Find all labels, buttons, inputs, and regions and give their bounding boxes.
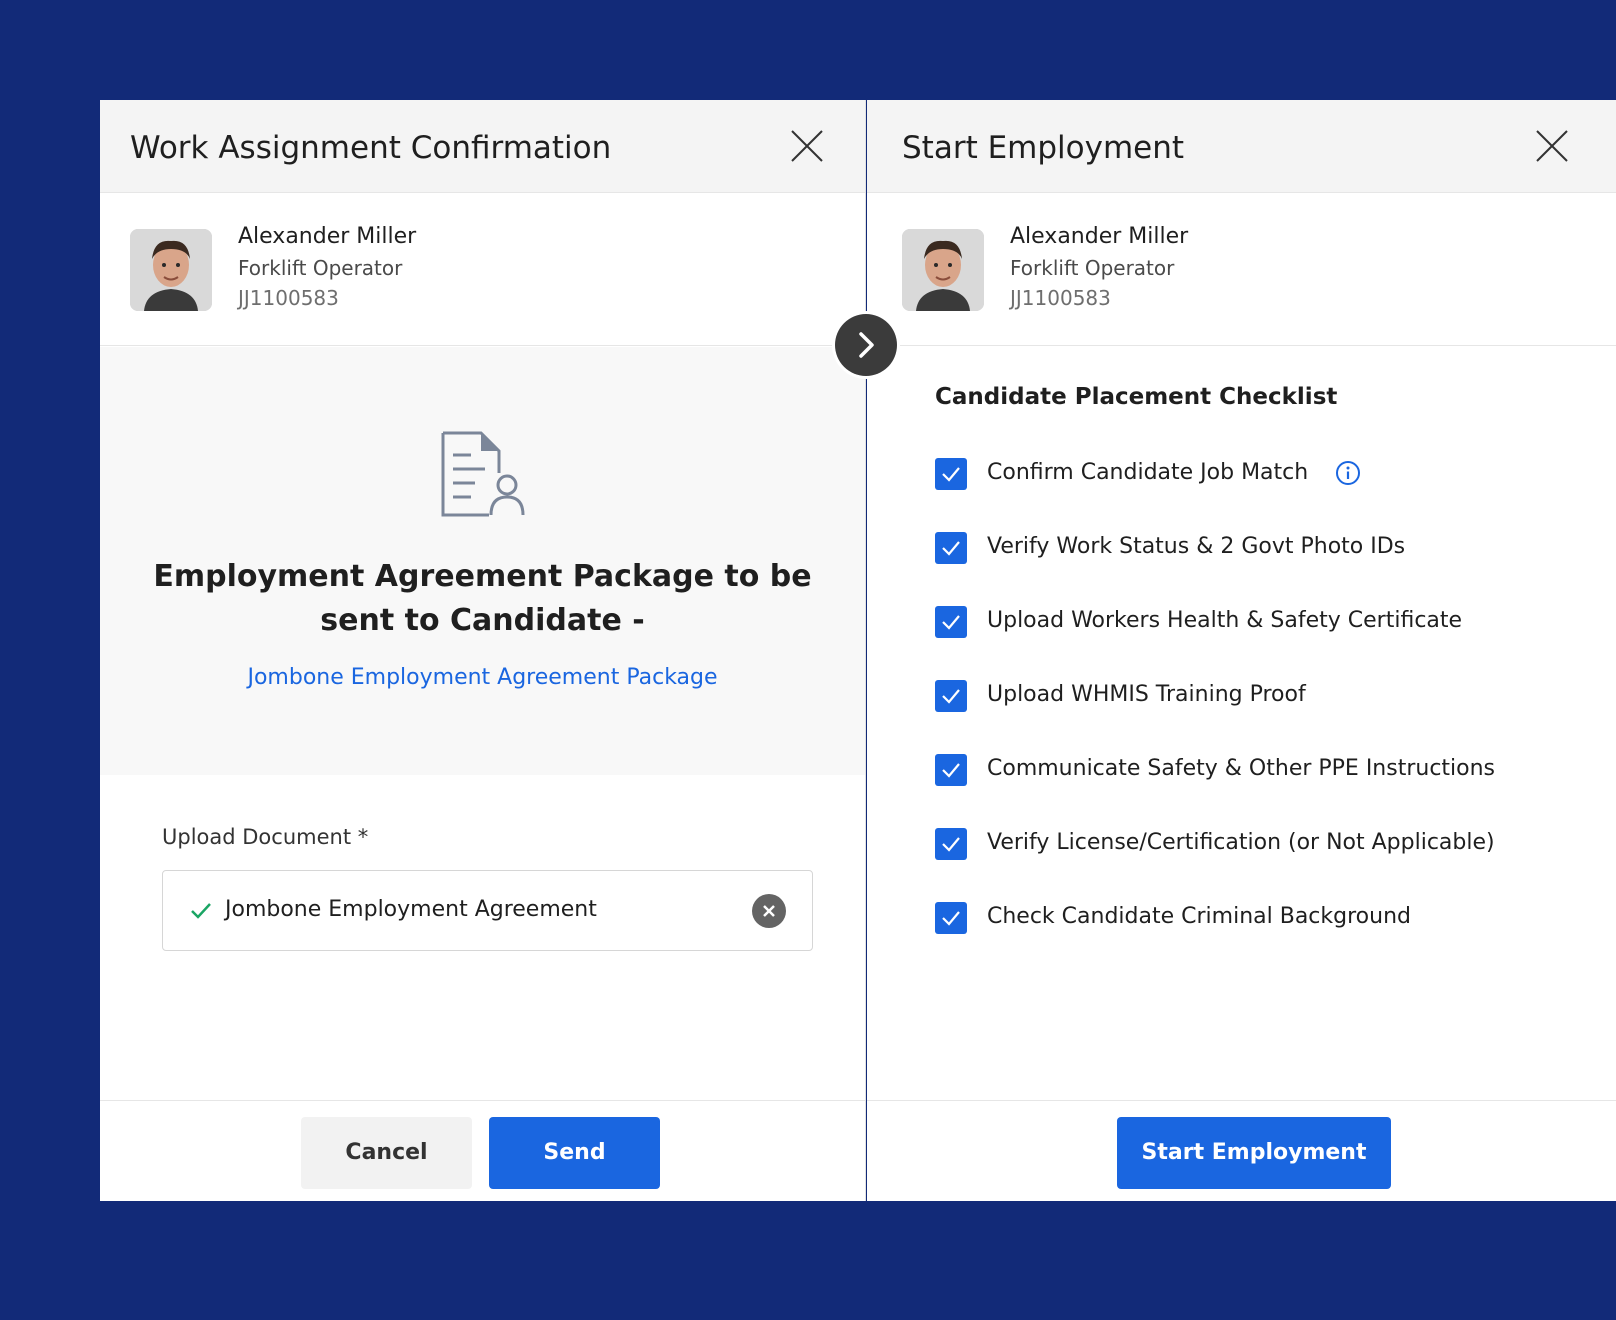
checkbox-checked-icon[interactable] — [935, 532, 967, 564]
document-user-icon — [441, 431, 525, 517]
checklist-item-label: Check Candidate Criminal Background — [987, 904, 1411, 929]
avatar — [902, 229, 984, 311]
info-icon[interactable] — [1335, 460, 1361, 486]
candidate-role: Forklift Operator — [1010, 256, 1175, 280]
send-button[interactable]: Send — [489, 1117, 660, 1189]
dialog-title: Start Employment — [902, 130, 1185, 166]
uploaded-file-name: Jombone Employment Agreement — [225, 897, 597, 922]
upload-field[interactable]: Jombone Employment Agreement — [162, 870, 813, 951]
package-link[interactable]: Jombone Employment Agreement Package — [100, 665, 865, 690]
dialog-footer: Start Employment — [867, 1100, 1616, 1201]
start-employment-button[interactable]: Start Employment — [1117, 1117, 1391, 1189]
next-step-button[interactable] — [835, 314, 897, 376]
checkbox-checked-icon[interactable] — [935, 458, 967, 490]
candidate-id: JJ1100583 — [238, 286, 339, 310]
close-icon[interactable] — [1532, 126, 1572, 166]
checklist-item-label: Communicate Safety & Other PPE Instructi… — [987, 756, 1496, 781]
dialog-title: Work Assignment Confirmation — [130, 130, 612, 166]
checkbox-checked-icon[interactable] — [935, 680, 967, 712]
candidate-id: JJ1100583 — [1010, 286, 1111, 310]
work-assignment-dialog: Work Assignment Confirmation Alexander M… — [100, 100, 866, 1201]
clear-icon[interactable] — [752, 894, 786, 928]
checkbox-checked-icon[interactable] — [935, 606, 967, 638]
checklist-item-label: Confirm Candidate Job Match — [987, 460, 1309, 485]
checklist-item-label: Upload Workers Health & Safety Certifica… — [987, 608, 1463, 633]
candidate-name: Alexander Miller — [238, 224, 417, 249]
package-heading: Employment Agreement Package to be sent … — [153, 559, 812, 638]
cancel-button[interactable]: Cancel — [301, 1117, 472, 1189]
checkbox-checked-icon[interactable] — [935, 902, 967, 934]
candidate-name: Alexander Miller — [1010, 224, 1189, 249]
checklist-title: Candidate Placement Checklist — [935, 384, 1338, 410]
dialog-header: Start Employment — [867, 100, 1616, 193]
chevron-right-icon — [859, 332, 874, 358]
start-employment-dialog: Start Employment Alexander Miller Forkli… — [867, 100, 1616, 1201]
dialog-footer: Cancel Send — [100, 1100, 865, 1201]
dialog-header: Work Assignment Confirmation — [100, 100, 865, 193]
avatar — [130, 229, 212, 311]
check-icon — [191, 903, 211, 919]
checkbox-checked-icon[interactable] — [935, 828, 967, 860]
close-icon[interactable] — [787, 126, 827, 166]
candidate-profile: Alexander Miller Forklift Operator JJ110… — [100, 193, 865, 346]
checkbox-checked-icon[interactable] — [935, 754, 967, 786]
checklist-item-label: Verify License/Certification (or Not App… — [987, 830, 1495, 855]
checklist-item-label: Upload WHMIS Training Proof — [987, 682, 1306, 707]
package-section: Employment Agreement Package to be sent … — [100, 347, 865, 775]
candidate-profile: Alexander Miller Forklift Operator JJ110… — [867, 193, 1616, 346]
upload-label: Upload Document * — [162, 825, 369, 849]
checklist-item-label: Verify Work Status & 2 Govt Photo IDs — [987, 534, 1406, 559]
candidate-role: Forklift Operator — [238, 256, 403, 280]
